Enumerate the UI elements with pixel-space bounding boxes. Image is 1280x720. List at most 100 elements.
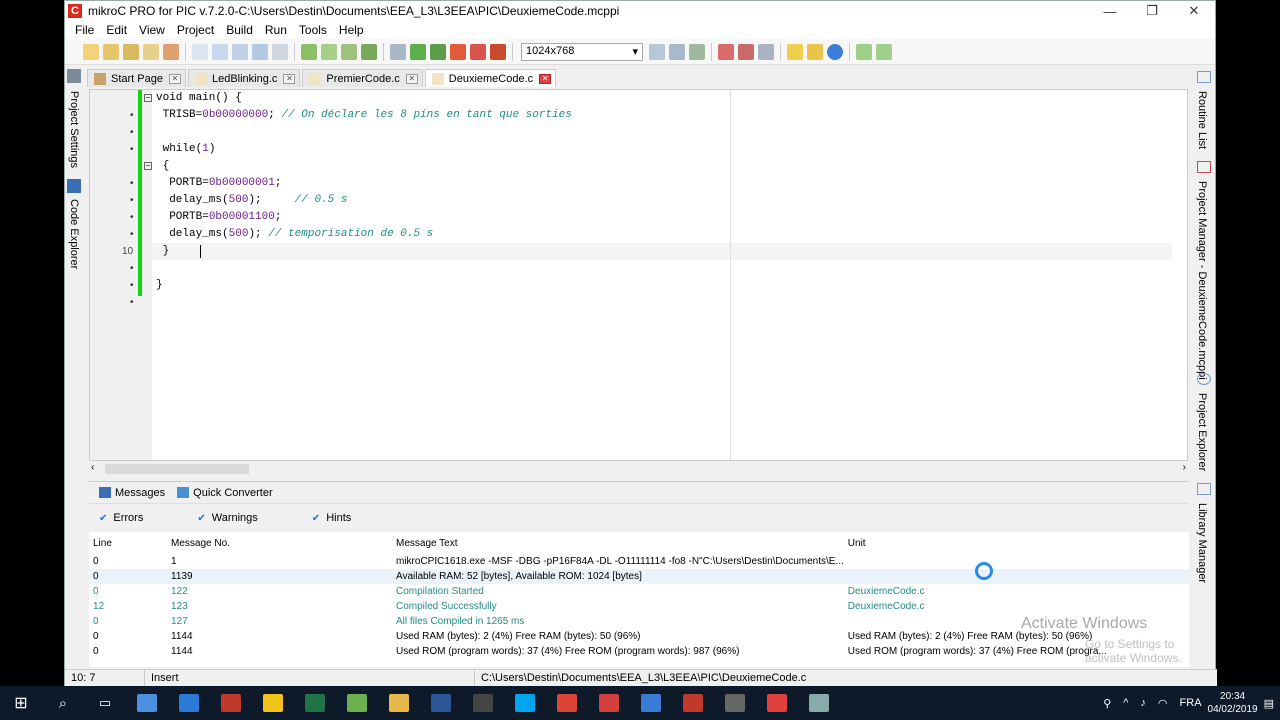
menu-edit[interactable]: Edit xyxy=(100,23,133,37)
taskbar-app-button[interactable] xyxy=(252,686,294,720)
windows-icon[interactable] xyxy=(669,43,685,60)
tab-quick-converter[interactable]: Quick Converter xyxy=(171,487,278,499)
taskbar-app-button[interactable] xyxy=(630,686,672,720)
message-row[interactable]: 0 1139 Available RAM: 52 [bytes], Availabl… xyxy=(89,569,1189,584)
scrollbar-thumb[interactable] xyxy=(105,464,249,474)
taskbar-app-button[interactable] xyxy=(168,686,210,720)
open-file-icon[interactable] xyxy=(212,43,228,60)
taskbar-app-button[interactable] xyxy=(798,686,840,720)
message-row[interactable]: 0 1144 Used ROM (program words): 37 (4%) F… xyxy=(89,644,1189,659)
taskbar-app-button[interactable] xyxy=(546,686,588,720)
project-manager-panel-tab[interactable]: Project Manager - DeuxiemeCode.mcppi xyxy=(1196,181,1208,380)
step-into-icon[interactable] xyxy=(410,43,426,60)
message-row[interactable]: 12 123 Compiled Successfully DeuxiemeCode.c xyxy=(89,599,1189,614)
help-key-icon[interactable] xyxy=(787,43,803,60)
save-project-icon[interactable] xyxy=(123,43,139,60)
tab-deuxiemecode[interactable]: DeuxiemeCode.c ✕ xyxy=(424,69,557,87)
clock[interactable]: 20:34 04/02/2019 xyxy=(1208,690,1258,716)
message-row[interactable]: 0 1 mikroCPIC1618.exe -MSF -DBG -pP16F84A … xyxy=(89,554,1189,569)
close-project-icon[interactable] xyxy=(163,43,179,60)
dock-icon[interactable] xyxy=(689,43,705,60)
minimize-button[interactable]: — xyxy=(1089,4,1131,19)
tab-messages[interactable]: Messages xyxy=(93,487,171,499)
run-to-cursor-icon[interactable] xyxy=(450,43,466,60)
people-icon[interactable]: ⚲ xyxy=(1103,697,1111,710)
close-button[interactable]: ✕ xyxy=(1173,3,1215,19)
column-header-message-text[interactable]: Message Text xyxy=(392,532,844,554)
layout-icon[interactable] xyxy=(649,43,665,60)
restore-button[interactable]: ❐ xyxy=(1131,3,1173,19)
build-all-icon[interactable] xyxy=(321,43,337,60)
scroll-left-icon[interactable]: ‹ xyxy=(91,462,94,473)
project-settings-panel-tab[interactable]: Project Settings xyxy=(68,91,80,168)
save-all-icon[interactable] xyxy=(252,43,268,60)
taskbar-app-button[interactable] xyxy=(714,686,756,720)
close-tab-icon[interactable]: ✕ xyxy=(405,73,418,84)
fold-toggle-icon[interactable]: − xyxy=(144,162,152,170)
task-view-button[interactable]: ▭ xyxy=(84,686,126,720)
new-project-icon[interactable] xyxy=(83,43,99,60)
toggle-breakpoint-icon[interactable] xyxy=(490,43,506,60)
resolution-select[interactable]: 1024x768 ▾ xyxy=(521,42,643,61)
network-icon[interactable]: ◠ xyxy=(1158,697,1168,710)
show-hidden-icon[interactable]: ^ xyxy=(1123,697,1128,709)
close-tab-icon[interactable]: ✕ xyxy=(168,73,181,84)
message-row[interactable]: 0 122 Compilation Started DeuxiemeCode.c xyxy=(89,584,1189,599)
help-icon[interactable] xyxy=(827,43,843,60)
edit-project-icon[interactable] xyxy=(143,43,159,60)
editor-horizontal-scrollbar[interactable]: ‹ › xyxy=(89,462,1188,476)
warnings-filter-checkbox[interactable]: ✔ Warnings xyxy=(197,512,257,524)
start-button[interactable]: ⊞ xyxy=(0,686,42,720)
volume-icon[interactable]: ♪ xyxy=(1140,697,1146,709)
taskbar-app-button[interactable] xyxy=(672,686,714,720)
hints-filter-checkbox[interactable]: ✔ Hints xyxy=(312,512,351,524)
debug-icon[interactable] xyxy=(390,43,406,60)
stop-debugger-icon[interactable] xyxy=(470,43,486,60)
menu-view[interactable]: View xyxy=(133,23,171,37)
taskbar-app-button[interactable] xyxy=(210,686,252,720)
open-project-icon[interactable] xyxy=(103,43,119,60)
tab-start-page[interactable]: Start Page ✕ xyxy=(87,69,186,87)
taskbar-app-button[interactable] xyxy=(420,686,462,720)
back-arrow-icon[interactable] xyxy=(856,43,872,60)
fold-toggle-icon[interactable]: − xyxy=(144,94,152,102)
menu-project[interactable]: Project xyxy=(171,23,220,37)
help-book-icon[interactable] xyxy=(807,43,823,60)
column-header-line[interactable]: Line xyxy=(89,532,167,554)
taskbar-app-button[interactable] xyxy=(294,686,336,720)
tab-ledblinking[interactable]: LedBlinking.c ✕ xyxy=(187,69,301,87)
taskbar-app-button[interactable] xyxy=(126,686,168,720)
menu-file[interactable]: File xyxy=(69,23,100,37)
taskbar-app-button[interactable] xyxy=(336,686,378,720)
taskbar-app-button[interactable] xyxy=(462,686,504,720)
rebuild-icon[interactable] xyxy=(341,43,357,60)
taskbar-app-button[interactable] xyxy=(378,686,420,720)
ascii-chart-icon[interactable] xyxy=(718,43,734,60)
forward-arrow-icon[interactable] xyxy=(876,43,892,60)
print-icon[interactable] xyxy=(272,43,288,60)
project-explorer-panel-tab[interactable]: Project Explorer xyxy=(1196,393,1208,471)
menu-run[interactable]: Run xyxy=(259,23,293,37)
menu-build[interactable]: Build xyxy=(220,23,259,37)
language-indicator[interactable]: FRA xyxy=(1180,697,1202,709)
column-header-unit[interactable]: Unit xyxy=(844,532,1189,554)
options-icon[interactable] xyxy=(738,43,754,60)
code-text[interactable]: void main() { TRISB=0b00000000; // On dé… xyxy=(156,90,572,294)
taskbar-app-button[interactable] xyxy=(588,686,630,720)
code-editor[interactable]: • • • • • • • 10 • • • − − void main() {… xyxy=(89,89,1188,461)
column-header-message-no[interactable]: Message No. xyxy=(167,532,392,554)
routine-list-panel-tab[interactable]: Routine List xyxy=(1196,91,1208,149)
scroll-right-icon[interactable]: › xyxy=(1183,462,1186,473)
build-icon[interactable] xyxy=(301,43,317,60)
notifications-icon[interactable]: ▤ xyxy=(1264,697,1274,710)
search-button[interactable]: ⌕ xyxy=(42,686,84,720)
close-tab-icon[interactable]: ✕ xyxy=(283,73,296,84)
program-icon[interactable] xyxy=(361,43,377,60)
taskbar-app-button[interactable] xyxy=(756,686,798,720)
new-file-icon[interactable] xyxy=(192,43,208,60)
save-file-icon[interactable] xyxy=(232,43,248,60)
code-explorer-panel-tab[interactable]: Code Explorer xyxy=(68,199,80,269)
tab-premiercode[interactable]: PremierCode.c ✕ xyxy=(302,69,423,87)
library-manager-panel-tab[interactable]: Library Manager xyxy=(1196,503,1208,583)
menu-help[interactable]: Help xyxy=(333,23,370,37)
